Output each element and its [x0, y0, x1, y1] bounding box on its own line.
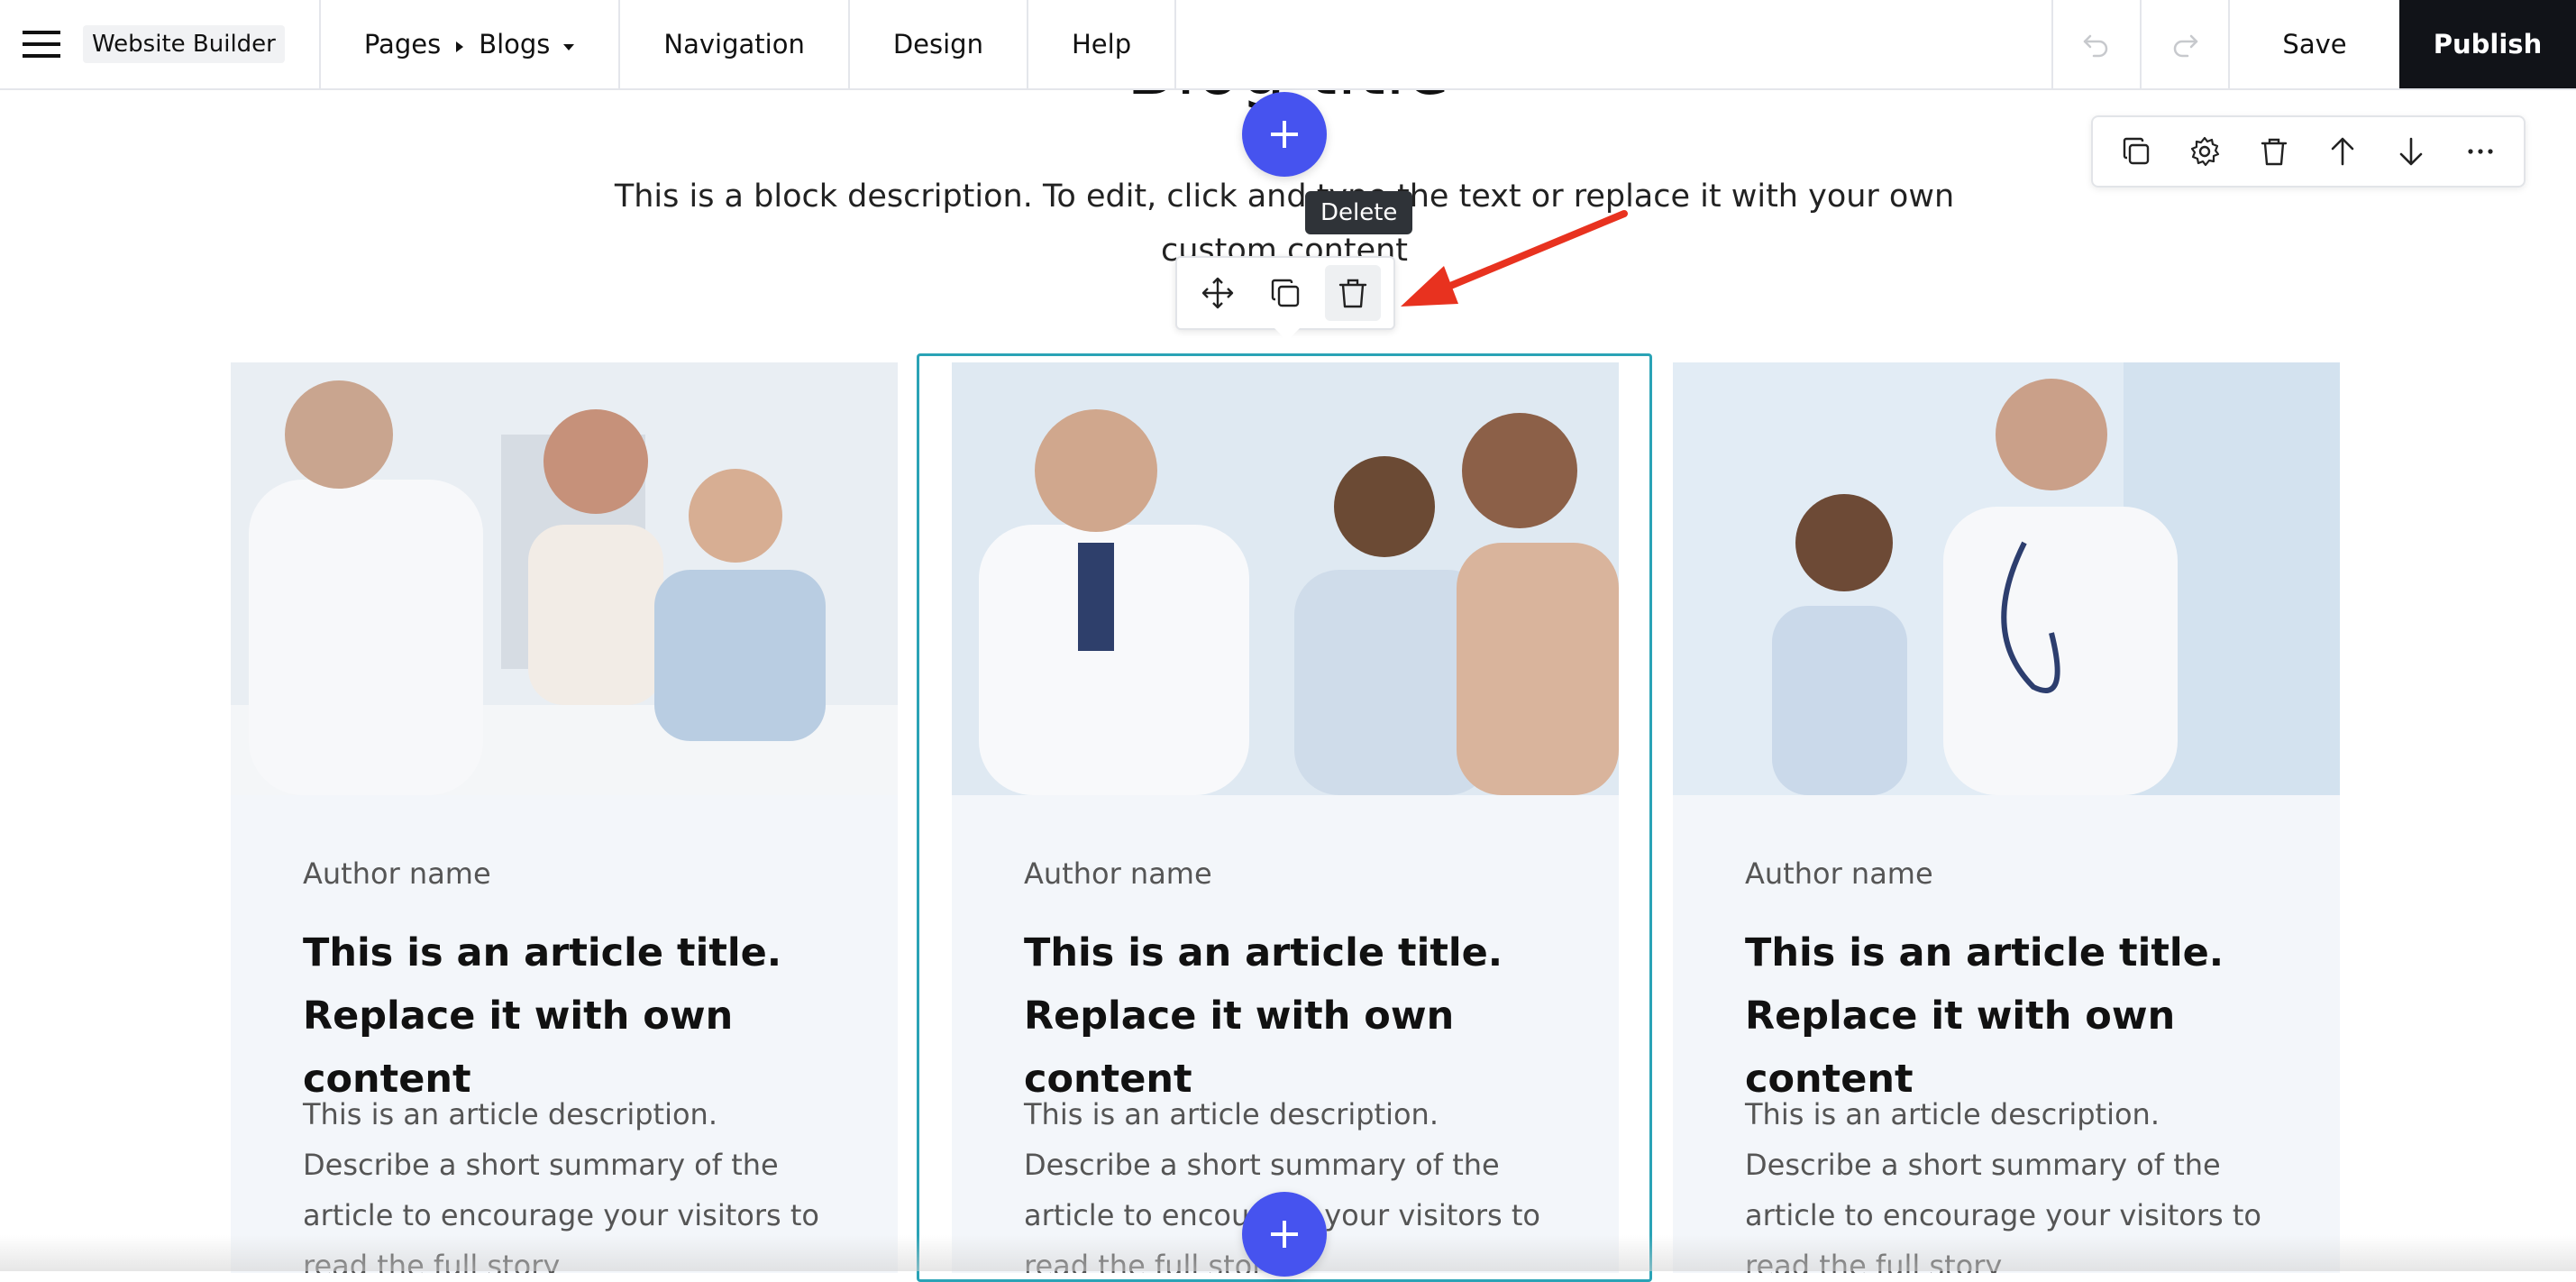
more-icon	[2468, 149, 2493, 154]
move-block-up-button[interactable]	[2316, 124, 2370, 179]
card-author[interactable]: Author name	[1024, 856, 1212, 891]
delete-element-button[interactable]	[1324, 265, 1381, 321]
block-toolbar	[2091, 115, 2526, 188]
navigation-label: Navigation	[663, 29, 805, 60]
help-label: Help	[1071, 29, 1132, 60]
plus-icon	[1271, 1221, 1298, 1248]
top-bar: Website Builder Pages Blogs Navigation D…	[0, 0, 2576, 90]
duplicate-element-button[interactable]	[1257, 265, 1313, 321]
card-author[interactable]: Author name	[1745, 856, 1933, 891]
element-toolbar	[1175, 256, 1395, 330]
hamburger-menu-button[interactable]	[0, 0, 83, 88]
duplicate-icon	[2123, 137, 2150, 165]
design-menu-button[interactable]: Design	[850, 0, 1028, 88]
arrow-up-icon	[2331, 137, 2354, 166]
pages-breadcrumb[interactable]: Pages Blogs	[321, 0, 621, 88]
arrow-down-icon	[2400, 137, 2423, 166]
more-options-button[interactable]	[2453, 124, 2507, 179]
card-title[interactable]: This is an article title. Replace it wit…	[1024, 921, 1565, 1111]
article-card-1[interactable]: Author name This is an article title. Re…	[231, 362, 898, 1273]
article-image-1[interactable]	[231, 362, 898, 795]
duplicate-block-button[interactable]	[2109, 124, 2163, 179]
redo-button[interactable]	[2140, 0, 2228, 88]
add-block-above-button[interactable]	[1242, 92, 1327, 177]
publish-button[interactable]: Publish	[2399, 0, 2576, 88]
trash-icon	[2261, 138, 2288, 166]
chevron-down-icon[interactable]	[562, 29, 575, 60]
trash-icon	[1338, 279, 1366, 308]
undo-button[interactable]	[2051, 0, 2140, 88]
annotation-arrow-icon	[1401, 210, 1628, 307]
article-card-3[interactable]: Author name This is an article title. Re…	[1673, 362, 2340, 1273]
move-block-down-button[interactable]	[2384, 124, 2438, 179]
move-icon	[1202, 277, 1234, 309]
block-settings-button[interactable]	[2178, 124, 2232, 179]
article-image-2[interactable]	[952, 362, 1619, 795]
navigation-menu-button[interactable]: Navigation	[620, 0, 850, 88]
move-element-button[interactable]	[1190, 265, 1246, 321]
current-page-label[interactable]: Blogs	[479, 29, 550, 60]
undo-icon	[2083, 34, 2108, 58]
element-toolbar-caret	[1274, 328, 1300, 341]
duplicate-icon	[1271, 279, 1300, 307]
brand-label: Website Builder	[83, 25, 285, 63]
pages-link[interactable]: Pages	[364, 29, 441, 60]
card-title[interactable]: This is an article title. Replace it wit…	[303, 921, 844, 1111]
design-label: Design	[892, 29, 983, 60]
brand: Website Builder	[83, 0, 321, 88]
help-menu-button[interactable]: Help	[1028, 0, 1177, 88]
caret-right-icon	[453, 29, 466, 60]
article-card-2[interactable]: Author name This is an article title. Re…	[952, 362, 1619, 1273]
delete-block-button[interactable]	[2247, 124, 2301, 179]
hamburger-icon	[23, 31, 60, 58]
redo-icon	[2173, 34, 2198, 58]
save-button[interactable]: Save	[2228, 0, 2399, 88]
card-author[interactable]: Author name	[303, 856, 491, 891]
add-block-below-button[interactable]	[1242, 1192, 1327, 1277]
gear-icon	[2191, 136, 2220, 167]
plus-icon	[1271, 121, 1298, 148]
article-image-3[interactable]	[1673, 362, 2340, 795]
card-title[interactable]: This is an article title. Replace it wit…	[1745, 921, 2286, 1111]
